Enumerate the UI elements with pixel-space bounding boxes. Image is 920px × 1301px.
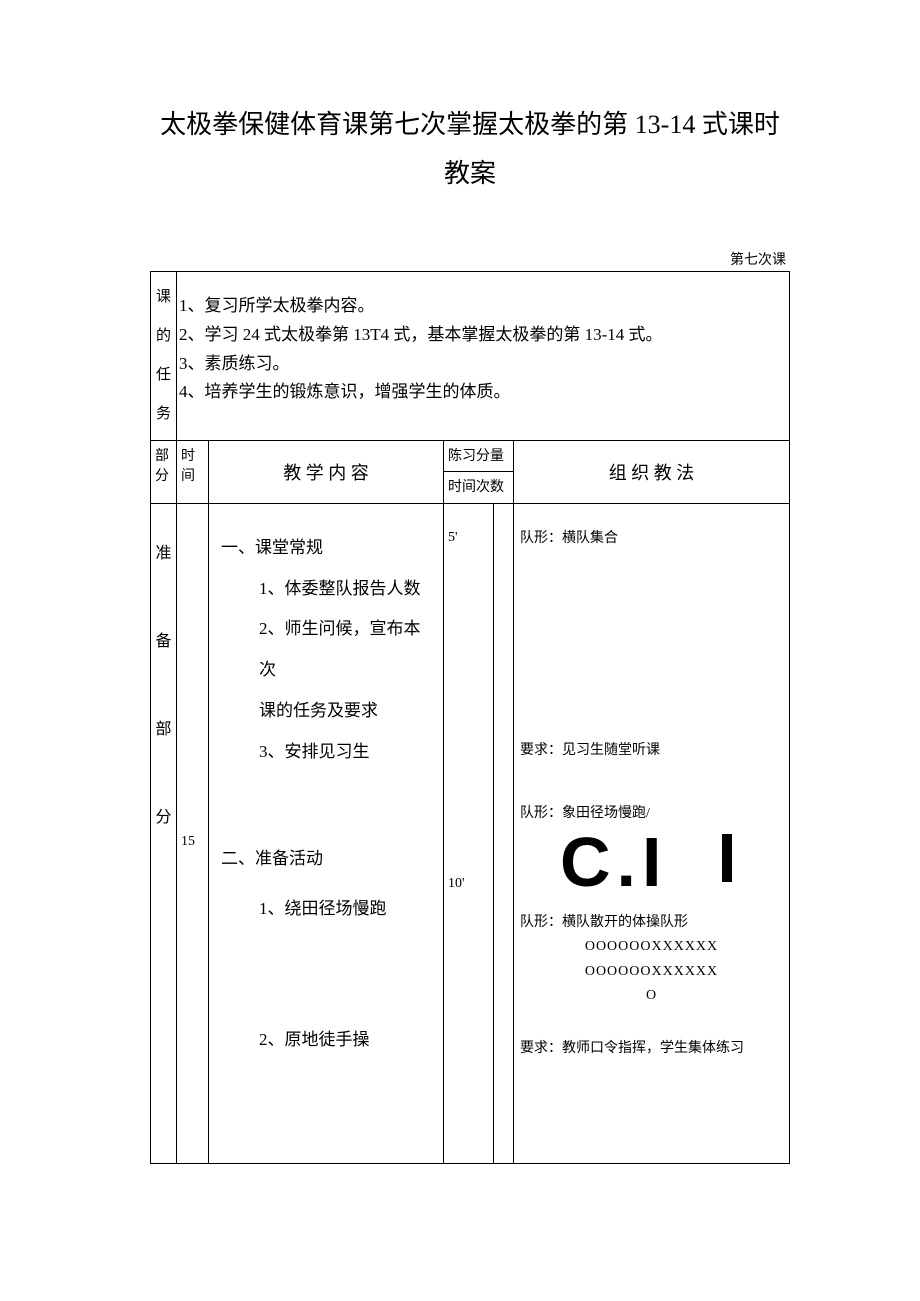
content-line: 1、体委整队报告人数 [221, 569, 435, 610]
header-org: 组 织 教 法 [514, 440, 790, 503]
org-line: 队形：横队散开的体操队形 [520, 912, 783, 934]
header-volume: 陈习分量 [444, 440, 514, 472]
time-value: 15 [177, 503, 209, 1163]
header-time-count: 时间次数 [444, 472, 514, 504]
content-line: 课的任务及要求 [221, 691, 435, 732]
content-line: 2、师生问候，宣布本次 [221, 609, 435, 691]
task-line: 3、素质练习。 [179, 350, 783, 379]
time-mark: 10' [448, 876, 489, 892]
org-line: 要求：教师口令指挥，学生集体练习 [520, 1038, 783, 1060]
time-marks: 5' 10' [444, 503, 494, 1163]
content-line: 二、准备活动 [221, 839, 435, 880]
session-label: 第七次课 [150, 249, 790, 269]
task-line: 1、复习所学太极拳内容。 [179, 292, 783, 321]
content-line: 一、课堂常规 [221, 528, 435, 569]
formation-pattern: OOOOOOXXXXXX [520, 961, 783, 983]
org-line: 队形：象田径场慢跑/ [520, 803, 783, 825]
content-line: 2、原地徒手操 [221, 1020, 435, 1061]
content-line: 1、绕田径场慢跑 [221, 889, 435, 930]
task-line: 4、培养学生的锻炼意识，增强学生的体质。 [179, 378, 783, 407]
header-time: 时间 [177, 440, 209, 503]
org-line: 队形：横队集合 [520, 528, 783, 550]
org-body: 队形：横队集合 要求：见习生随堂听课 队形：象田径场慢跑/ C.I 队形：横队散… [514, 503, 790, 1163]
org-line: 要求：见习生随堂听课 [520, 740, 783, 762]
time-mark: 5' [448, 530, 489, 546]
part-label: 准备部分 [151, 503, 177, 1163]
count-col [494, 503, 514, 1163]
lesson-table: 课的任务 1、复习所学太极拳内容。 2、学习 24 式太极拳第 13T4 式，基… [150, 271, 790, 1164]
table-row: 部分 时间 教 学 内 容 陈习分量 组 织 教 法 [151, 440, 790, 472]
tasks-cell: 1、复习所学太极拳内容。 2、学习 24 式太极拳第 13T4 式，基本掌握太极… [177, 271, 790, 440]
track-icon: C.I [520, 827, 783, 897]
header-content: 教 学 内 容 [209, 440, 444, 503]
formation-pattern: O [520, 985, 783, 1007]
tasks-label: 课的任务 [151, 271, 177, 440]
content-body: 一、课堂常规 1、体委整队报告人数 2、师生问候，宣布本次 课的任务及要求 3、… [209, 503, 444, 1163]
table-row: 课的任务 1、复习所学太极拳内容。 2、学习 24 式太极拳第 13T4 式，基… [151, 271, 790, 440]
table-row: 准备部分 15 一、课堂常规 1、体委整队报告人数 2、师生问候，宣布本次 课的… [151, 503, 790, 1163]
content-line: 3、安排见习生 [221, 732, 435, 773]
task-line: 2、学习 24 式太极拳第 13T4 式，基本掌握太极拳的第 13-14 式。 [179, 321, 783, 350]
formation-pattern: OOOOOOXXXXXX [520, 936, 783, 958]
header-part: 部分 [151, 440, 177, 503]
page-title: 太极拳保健体育课第七次掌握太极拳的第 13-14 式课时教案 [150, 100, 790, 199]
